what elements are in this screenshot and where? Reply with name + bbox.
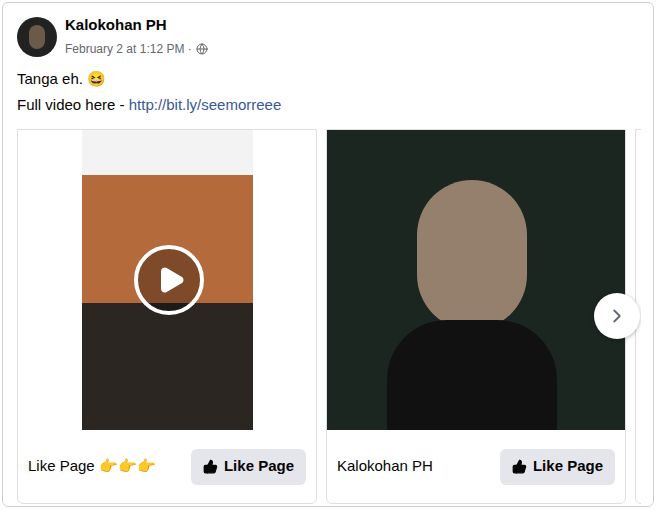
timestamp[interactable]: February 2 at 1:12 PM · (65, 41, 208, 57)
next-button[interactable] (594, 293, 640, 339)
globe-icon (196, 43, 208, 55)
photo[interactable] (327, 130, 625, 430)
post-message: Tanga eh. 😆 (17, 69, 653, 89)
chevron-right-icon (606, 305, 628, 327)
carousel: Like Page 👉👉👉 Like Page Kalokohan PH Like P… (17, 129, 641, 504)
post: Kalokohan PH February 2 at 1:12 PM · Tanga… (2, 2, 654, 507)
avatar[interactable] (17, 17, 57, 57)
thumbs-up-icon (512, 459, 527, 474)
like-page-button[interactable]: Like Page (500, 449, 615, 485)
thumbs-up-icon (203, 459, 218, 474)
play-button[interactable] (134, 245, 204, 315)
carousel-card[interactable]: Like Page 👉👉👉 Like Page (17, 129, 317, 504)
card-caption: Like Page 👉👉👉 (28, 455, 156, 478)
carousel-card[interactable]: Kalokohan PH Like Page (326, 129, 626, 504)
like-page-button[interactable]: Like Page (191, 449, 306, 485)
post-header: Kalokohan PH February 2 at 1:12 PM · (17, 15, 653, 57)
card-footer: Kalokohan PH Like Page (327, 430, 625, 503)
play-icon (156, 265, 186, 295)
post-link-line: Full video here - http://bit.ly/seemorre… (17, 95, 653, 115)
card-caption: Kalokohan PH (337, 455, 433, 478)
post-link[interactable]: http://bit.ly/seemorreee (129, 96, 282, 113)
video-thumbnail[interactable] (18, 130, 316, 430)
author-name[interactable]: Kalokohan PH (65, 15, 208, 35)
card-footer: Like Page 👉👉👉 Like Page (18, 430, 316, 503)
